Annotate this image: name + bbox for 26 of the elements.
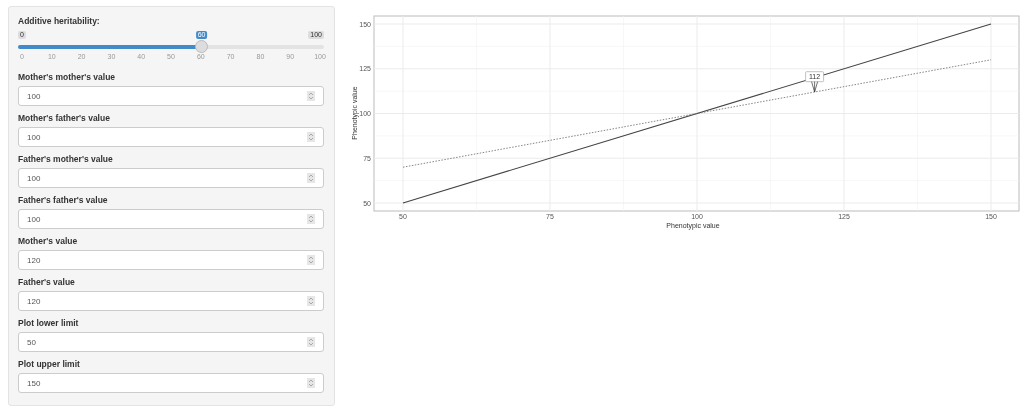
number-input[interactable]: 100: [18, 86, 324, 106]
number-input[interactable]: 120: [18, 250, 324, 270]
field-label: Father's mother's value: [18, 154, 114, 164]
number-input[interactable]: 100: [18, 168, 324, 188]
field-label: Plot upper limit: [18, 359, 81, 369]
spinner-icon[interactable]: [307, 173, 315, 183]
field-label: Mother's value: [18, 236, 79, 246]
spinner-icon[interactable]: [307, 378, 315, 388]
spinner-icon[interactable]: [307, 91, 315, 101]
field-label: Father's value: [18, 277, 76, 287]
spinner-icon[interactable]: [307, 214, 315, 224]
number-input[interactable]: 50: [18, 332, 324, 352]
slider-handle[interactable]: [194, 40, 208, 53]
field-label: Plot lower limit: [18, 318, 80, 328]
slider-label: Additive heritability:: [18, 16, 101, 26]
spinner-icon[interactable]: [307, 255, 315, 265]
number-input[interactable]: 150: [18, 373, 324, 393]
field-label: Mother's mother's value: [18, 72, 117, 82]
number-input[interactable]: 100: [18, 209, 324, 229]
field-label: Father's father's value: [18, 195, 109, 205]
spinner-icon[interactable]: [307, 337, 315, 347]
spinner-icon[interactable]: [307, 132, 315, 142]
number-input[interactable]: 100: [18, 127, 324, 147]
number-input[interactable]: 120: [18, 291, 324, 311]
field-label: Mother's father's value: [18, 113, 111, 123]
spinner-icon[interactable]: [307, 296, 315, 306]
